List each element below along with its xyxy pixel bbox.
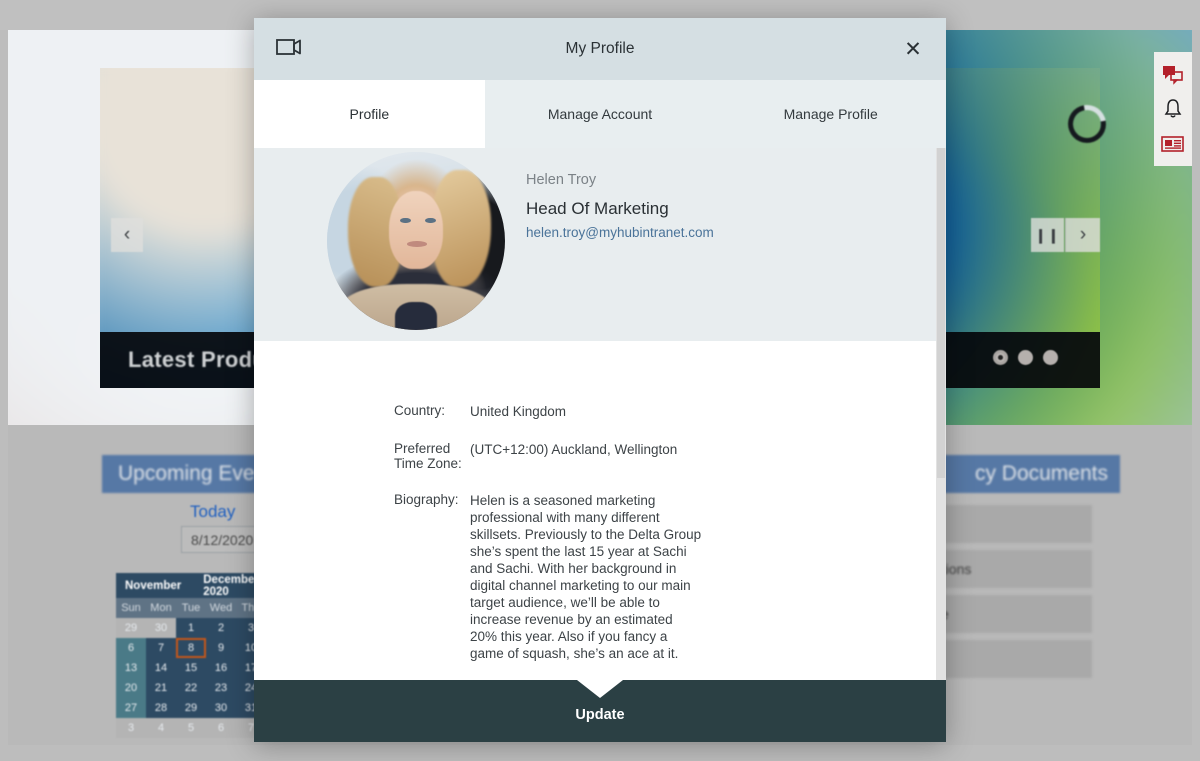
avatar-detail	[394, 301, 438, 330]
detail-row: Preferred Time Zone: (UTC+12:00) Aucklan…	[254, 441, 946, 471]
modal-tabs: Profile Manage Account Manage Profile	[254, 80, 946, 148]
policy-documents-title: cy Documents	[930, 455, 1120, 493]
calendar-day-headers: Sun Mon Tue Wed Thu	[116, 598, 276, 618]
carousel-dot-3[interactable]	[1043, 350, 1058, 365]
detail-label-timezone: Preferred Time Zone:	[394, 441, 462, 471]
calendar-day[interactable]: 2	[206, 618, 236, 638]
list-item[interactable]	[930, 640, 1092, 678]
detail-value-country: United Kingdom	[470, 404, 567, 419]
carousel-prev-button[interactable]: ‹	[111, 218, 143, 252]
scrollbar-thumb[interactable]	[937, 148, 945, 478]
profile-details: Country: United Kingdom Preferred Time Z…	[254, 341, 946, 662]
detail-value-biography: Helen is a seasoned marketing profession…	[470, 493, 702, 661]
calendar-day[interactable]: 28	[146, 698, 176, 718]
calendar-week: 20 21 22 23 24	[116, 678, 276, 698]
list-item[interactable]: ations	[930, 550, 1092, 588]
calendar-day[interactable]: 16	[206, 658, 236, 678]
profile-name: Helen Troy	[526, 172, 597, 188]
profile-summary-band: Helen Troy Head Of Marketing helen.troy@…	[254, 148, 946, 341]
carousel-dot-2[interactable]	[1018, 350, 1033, 365]
detail-value-timezone: (UTC+12:00) Auckland, Wellington	[470, 442, 678, 457]
detail-row: Country: United Kingdom	[254, 403, 946, 420]
page-title: My Profile	[565, 40, 635, 57]
calendar-day[interactable]: 4	[146, 718, 176, 738]
calendar-day[interactable]: 20	[116, 678, 146, 698]
calendar-day[interactable]: 23	[206, 678, 236, 698]
update-button[interactable]: Update	[575, 707, 624, 723]
calendar-day[interactable]: 29	[116, 618, 146, 638]
dow-mon: Mon	[150, 602, 172, 614]
profile-identity: Helen Troy Head Of Marketing helen.troy@…	[526, 172, 714, 240]
calendar-day[interactable]: 3	[116, 718, 146, 738]
list-item[interactable]	[930, 505, 1092, 543]
carousel-dot-1[interactable]	[993, 350, 1008, 365]
policy-documents-panel: cy Documents	[930, 455, 1120, 493]
carousel-pause-button[interactable]: ❙❙	[1031, 218, 1064, 252]
profile-role: Head Of Marketing	[526, 199, 669, 218]
calendar-month-left: November	[125, 579, 182, 592]
calendar-day[interactable]: 5	[176, 718, 206, 738]
calendar-day[interactable]: 21	[146, 678, 176, 698]
calendar-widget[interactable]: November December 2020 Sun Mon Tue Wed T…	[116, 573, 276, 738]
avatar-detail	[424, 217, 436, 224]
my-profile-modal: My Profile ✕ Profile Manage Account Mana…	[254, 18, 946, 742]
calendar-day[interactable]: 9	[206, 638, 236, 658]
calendar-week: 13 14 15 16 17	[116, 658, 276, 678]
modal-footer: Update	[254, 680, 946, 742]
list-item[interactable]: ce	[930, 595, 1092, 633]
calendar-day[interactable]: 14	[146, 658, 176, 678]
detail-label-biography: Biography:	[394, 492, 459, 507]
dow-wed: Wed	[209, 602, 233, 614]
calendar-day[interactable]: 1	[176, 618, 206, 638]
calendar-week: 29 30 1 2 3	[116, 618, 276, 638]
close-icon[interactable]: ✕	[902, 38, 924, 60]
calendar-day[interactable]: 6	[206, 718, 236, 738]
tab-profile[interactable]: Profile	[254, 80, 485, 148]
calendar-day[interactable]: 27	[116, 698, 146, 718]
avatar	[327, 152, 505, 330]
profile-email[interactable]: helen.troy@myhubintranet.com	[526, 225, 714, 240]
calendar-week: 27 28 29 30 31	[116, 698, 276, 718]
today-label[interactable]: Today	[190, 502, 235, 522]
modal-body: Helen Troy Head Of Marketing helen.troy@…	[254, 148, 946, 680]
calendar-week: 6 7 8 9 10	[116, 638, 276, 658]
calendar-day[interactable]: 30	[146, 618, 176, 638]
calendar-day[interactable]: 29	[176, 698, 206, 718]
video-camera-icon[interactable]	[276, 38, 302, 61]
dow-tue: Tue	[181, 602, 201, 614]
calendar-day[interactable]: 30	[206, 698, 236, 718]
scrollbar[interactable]	[936, 148, 946, 680]
footer-notch	[577, 680, 623, 698]
dow-sun: Sun	[121, 602, 141, 614]
policy-documents-list: ations ce	[930, 505, 1092, 685]
news-icon[interactable]	[1154, 126, 1192, 160]
modal-header: My Profile ✕	[254, 18, 946, 80]
avatar-detail	[407, 241, 427, 247]
detail-label-country: Country:	[394, 403, 446, 418]
avatar-detail	[399, 217, 411, 224]
carousel-next-button[interactable]: ›	[1065, 218, 1100, 252]
tab-manage-profile[interactable]: Manage Profile	[715, 80, 946, 148]
calendar-day[interactable]: 7	[146, 638, 176, 658]
detail-row: Biography: Helen is a seasoned marketing…	[254, 492, 946, 662]
bell-icon[interactable]	[1154, 92, 1192, 126]
chat-icon[interactable]	[1154, 58, 1192, 92]
calendar-day-selected[interactable]: 8	[176, 638, 206, 658]
calendar-day[interactable]: 13	[116, 658, 146, 678]
calendar-week: 3 4 5 6 7	[116, 718, 276, 738]
avatar-detail	[389, 191, 443, 270]
calendar-day[interactable]: 15	[176, 658, 206, 678]
calendar-day[interactable]: 22	[176, 678, 206, 698]
calendar-header: November December 2020	[116, 573, 276, 598]
tab-manage-account[interactable]: Manage Account	[485, 80, 716, 148]
calendar-day[interactable]: 6	[116, 638, 146, 658]
side-action-rail	[1154, 52, 1192, 166]
carousel-dots[interactable]	[993, 350, 1058, 365]
